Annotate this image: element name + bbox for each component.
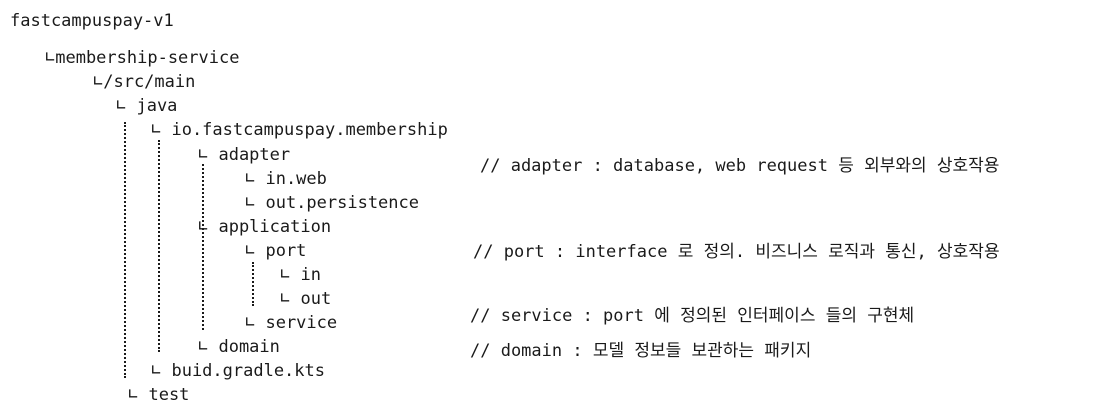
- tree-port-in: ∟ in: [280, 265, 321, 285]
- tree-test: ∟ test: [128, 385, 190, 405]
- tree-src-main: ∟/src/main: [93, 72, 196, 92]
- tree-port-out: ∟ out: [280, 289, 332, 309]
- tree-package: ∟ io.fastcampuspay.membership: [151, 120, 448, 140]
- dotted-connector-membership: [202, 164, 204, 330]
- comment-domain: // domain : 모델 정보들 보관하는 패키지: [470, 341, 812, 361]
- dotted-connector-package: [158, 140, 160, 352]
- tree-membership-service: ∟membership-service: [45, 48, 240, 68]
- tree-in-web: ∟ in.web: [245, 169, 327, 189]
- tree-java: ∟ java: [116, 96, 178, 116]
- tree-application: ∟ application: [198, 217, 332, 237]
- tree-out-persistence: ∟ out.persistence: [245, 193, 419, 213]
- tree-service: ∟ service: [245, 313, 338, 333]
- comment-adapter: // adapter : database, web request 등 외부와…: [480, 156, 1000, 176]
- tree-root: fastcampuspay-v1: [10, 11, 174, 31]
- tree-adapter: ∟ adapter: [198, 145, 291, 165]
- tree-port: ∟ port: [245, 241, 307, 261]
- tree-build-gradle: ∟ buid.gradle.kts: [151, 361, 325, 381]
- dotted-connector-port: [252, 262, 254, 306]
- dotted-connector-java: [124, 122, 126, 378]
- comment-port: // port : interface 로 정의. 비즈니스 로직과 통신, 상…: [473, 242, 1000, 262]
- comment-service: // service : port 에 정의된 인터페이스 들의 구현체: [470, 306, 915, 326]
- tree-domain: ∟ domain: [198, 337, 280, 357]
